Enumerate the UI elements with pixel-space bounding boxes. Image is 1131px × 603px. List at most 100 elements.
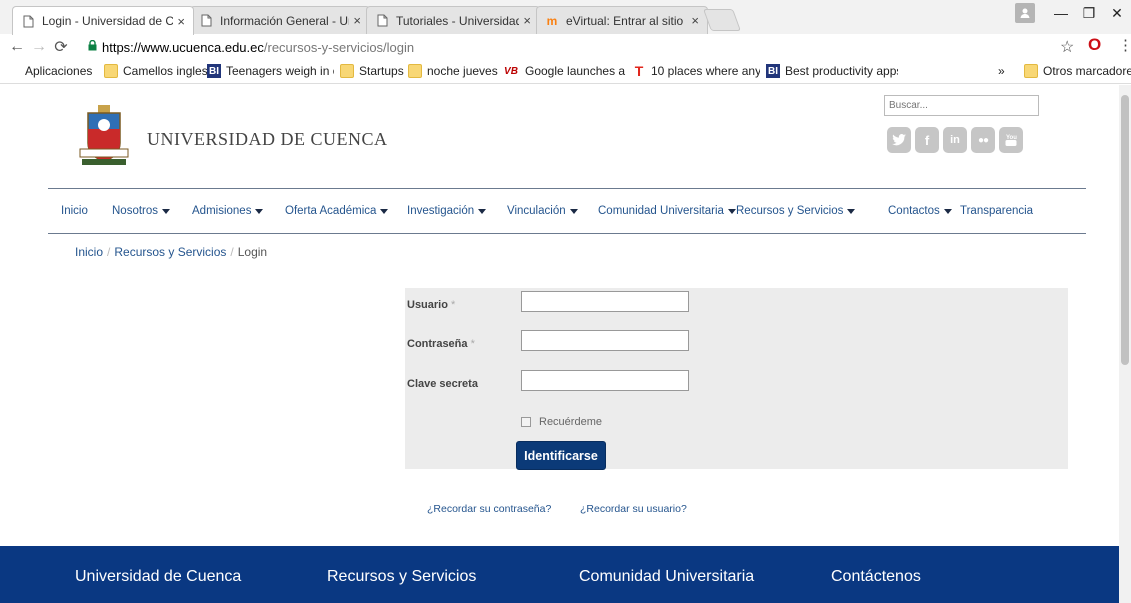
linkedin-icon[interactable]: in [943,127,967,153]
bookmarks-overflow-button[interactable]: » [998,64,1005,78]
nav-transparencia[interactable]: Transparencia [960,205,1033,217]
footer-heading-universidad: Universidad de Cuenca [75,568,242,585]
caret-down-icon [255,208,264,214]
close-window-button[interactable]: ✕ [1104,0,1130,26]
nav-label: Comunidad Universitaria [598,205,724,217]
lock-icon [88,39,97,54]
breadcrumb-separator: / [107,245,111,259]
password-field[interactable] [521,330,689,351]
nav-label: Transparencia [960,205,1034,217]
remember-me[interactable]: Recuérdeme [521,416,602,428]
profile-icon[interactable] [1015,3,1035,23]
breadcrumb-recursos[interactable]: Recursos y Servicios [114,245,226,259]
remember-label: Recuérdeme [539,416,602,428]
nav-label: Contactos [888,205,940,217]
secret-key-field[interactable] [521,370,689,391]
caret-down-icon [943,208,952,214]
page-icon [375,14,389,28]
bookmark-label: Aplicaciones [25,64,93,78]
new-tab-button[interactable] [702,9,742,31]
username-label: Usuario * [407,299,456,311]
tab-title: Login - Universidad de C [42,14,174,28]
nav-investigacion[interactable]: Investigación [407,205,487,217]
tab-strip: Login - Universidad de C × Información G… [0,0,1131,35]
restore-button[interactable]: ❐ [1076,0,1102,26]
bookmark-startups[interactable]: Startups [340,64,404,78]
secret-key-label: Clave secreta [407,378,478,390]
site-footer: Universidad de Cuenca Recursos y Servici… [0,546,1127,603]
bookmark-label: 10 places where anyo [651,64,760,78]
forgot-password-link[interactable]: ¿Recordar su contraseña? [427,503,551,515]
nav-recursos-y-servicios[interactable]: Recursos y Servicios [736,205,856,217]
minimize-button[interactable]: — [1048,0,1074,26]
university-name[interactable]: UNIVERSIDAD DE CUENCA [147,129,388,150]
tab-login[interactable]: Login - Universidad de C × [12,6,194,35]
bookmark-camellos[interactable]: Camellos ingles [104,64,208,78]
tab-informacion-general[interactable]: Información General - Ur × [190,6,370,34]
bookmark-best-productivity[interactable]: BI Best productivity apps [766,64,898,78]
tab-close-icon[interactable]: × [691,13,699,28]
folder-icon [104,64,118,78]
nav-label: Inicio [61,205,88,217]
t-icon: T [634,64,644,78]
forward-icon[interactable]: → [28,38,50,56]
bookmark-google-launches[interactable]: VB Google launches a 6-r [502,64,627,78]
caret-down-icon [847,208,856,214]
nav-oferta-academica[interactable]: Oferta Académica [285,205,389,217]
twitter-icon[interactable] [887,127,911,153]
nav-comunidad-universitaria[interactable]: Comunidad Universitaria [598,205,736,217]
nav-contactos[interactable]: Contactos [888,205,952,217]
password-label: Contraseña * [407,338,475,350]
browser-toolbar: ← → ⟳ https://www.ucuenca.edu.ec/recurso… [0,34,1131,60]
address-bar[interactable]: https://www.ucuenca.edu.ec/recursos-y-se… [88,37,1053,57]
page-icon [21,14,35,28]
university-crest-logo[interactable] [78,105,130,169]
bookmark-label: Otros marcadores [1043,64,1131,78]
login-form: Usuario * Contraseña * Clave secreta Rec… [405,288,1068,470]
nav-label: Investigación [407,205,475,217]
tab-title: Tutoriales - Universidad [396,13,520,28]
username-field[interactable] [521,291,689,312]
back-icon[interactable]: ← [6,38,28,56]
tab-tutoriales[interactable]: Tutoriales - Universidad × [366,6,540,34]
folder-icon [408,64,422,78]
bookmark-teenagers[interactable]: BI Teenagers weigh in or [207,64,334,78]
caret-down-icon [727,208,736,214]
bi-icon: BI [207,64,221,78]
nav-label: Oferta Académica [285,205,377,217]
tab-close-icon[interactable]: × [523,13,531,28]
caret-down-icon [569,208,578,214]
bookmark-label: noche jueves [427,64,498,78]
page-scrollbar[interactable] [1119,85,1131,603]
login-submit-button[interactable]: Identificarse [516,441,606,470]
nav-admisiones[interactable]: Admisiones [192,205,264,217]
nav-vinculacion[interactable]: Vinculación [507,205,578,217]
tab-title: Información General - Ur [220,13,350,28]
breadcrumb-inicio[interactable]: Inicio [75,245,103,259]
tab-close-icon[interactable]: × [353,13,361,28]
breadcrumb: Inicio / Recursos y Servicios / Login [75,245,267,259]
nav-inicio[interactable]: Inicio [61,205,88,217]
footer-heading-recursos: Recursos y Servicios [327,568,477,585]
bookmark-star-icon[interactable]: ☆ [1060,37,1074,57]
forgot-username-link[interactable]: ¿Recordar su usuario? [580,503,687,515]
bi-icon: BI [766,64,780,78]
tab-close-icon[interactable]: × [177,14,185,29]
scrollbar-thumb[interactable] [1121,95,1129,365]
opera-icon[interactable]: O [1088,35,1101,55]
facebook-icon[interactable]: f [915,127,939,153]
bookmark-apps[interactable]: Aplicaciones [6,64,92,78]
bookmark-label: Google launches a 6-r [525,64,627,78]
bookmark-10-places[interactable]: T 10 places where anyo [632,64,760,78]
bookmark-noche-jueves[interactable]: noche jueves [408,64,498,78]
youtube-icon[interactable]: You [999,127,1023,153]
flickr-icon[interactable]: ●● [971,127,995,153]
nav-nosotros[interactable]: Nosotros [112,205,171,217]
search-input[interactable] [884,95,1039,116]
tab-evirtual[interactable]: m eVirtual: Entrar al sitio × [536,6,708,34]
other-bookmarks[interactable]: Otros marcadores [1024,64,1131,78]
menu-icon[interactable]: ⋮ [1118,36,1131,54]
reload-icon[interactable]: ⟳ [50,37,72,57]
vb-icon: VB [504,65,518,77]
remember-checkbox[interactable] [521,417,531,427]
